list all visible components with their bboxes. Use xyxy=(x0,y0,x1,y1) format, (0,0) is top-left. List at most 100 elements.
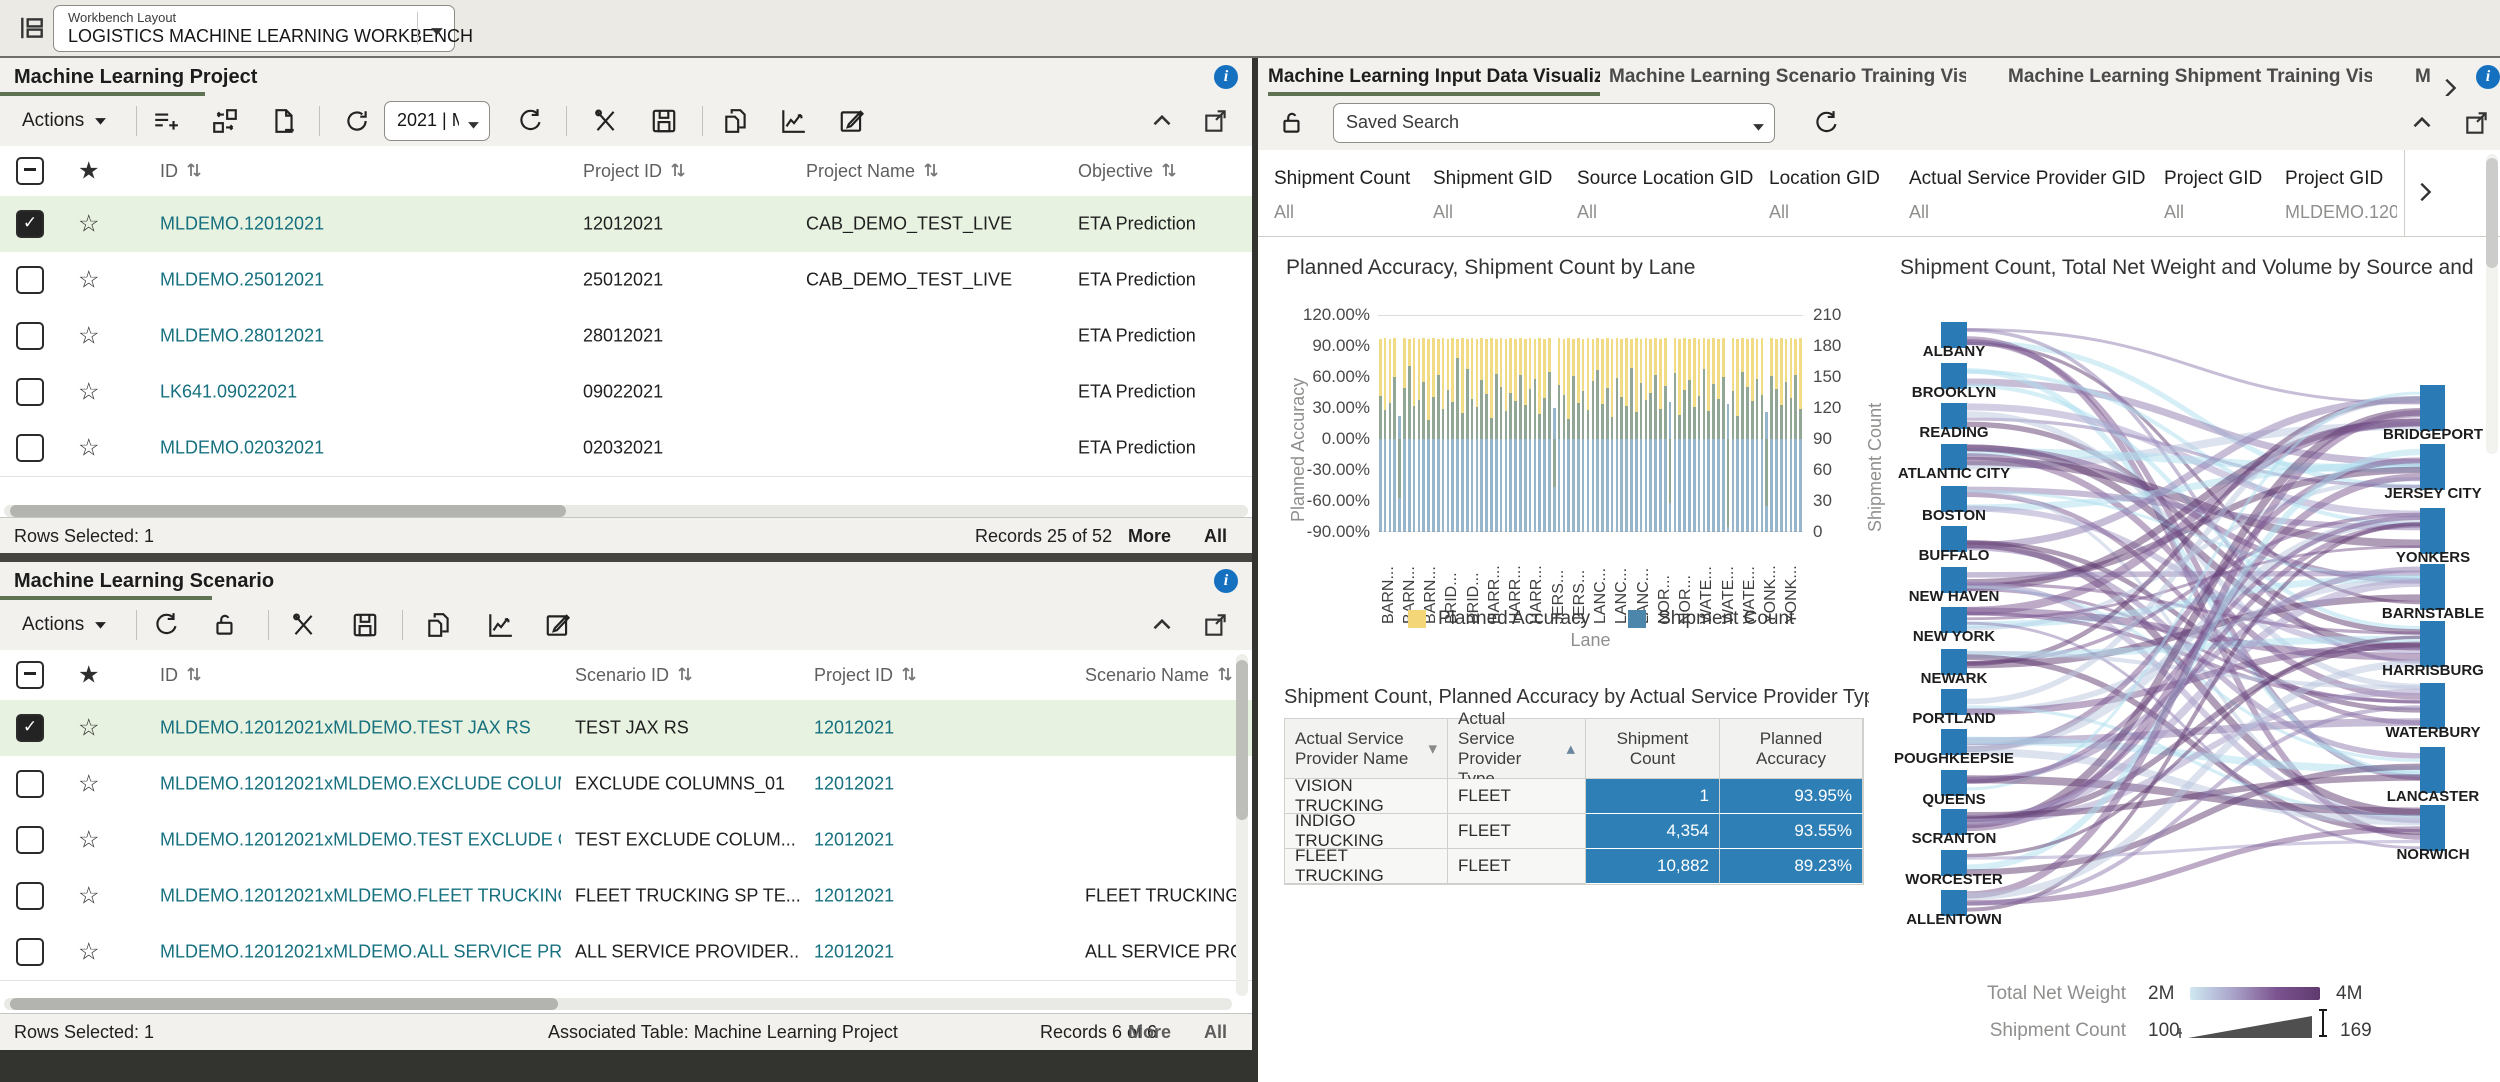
favorite-star-icon[interactable]: ☆ xyxy=(78,938,100,967)
table-row[interactable]: ☆MLDEMO.2801202128012021ETA Prediction xyxy=(0,308,1252,365)
favorite-star-icon[interactable]: ☆ xyxy=(78,770,100,799)
table-row[interactable]: ☆MLDEMO.0203202102032021ETA Prediction xyxy=(0,420,1252,477)
provider-table-row[interactable]: FLEET TRUCKINGFLEET10,88289.23% xyxy=(1285,849,1863,884)
info-icon[interactable]: i xyxy=(1214,569,1238,593)
row-checkbox[interactable] xyxy=(16,938,44,966)
filter-label-2[interactable]: Shipment GID xyxy=(1433,168,1552,190)
info-icon[interactable]: i xyxy=(2476,65,2500,89)
column-header-objective[interactable]: Objective xyxy=(1078,160,1179,182)
sort-icon[interactable] xyxy=(1159,160,1179,180)
tab-2[interactable]: Machine Learning Scenario Training Visua… xyxy=(1609,66,1966,88)
sort-icon[interactable] xyxy=(1215,664,1235,684)
table-row[interactable]: ☆ MLDEMO.12012021xMLDEMO.TEST EXCLUDE COL… xyxy=(0,812,1252,869)
unlock-icon[interactable] xyxy=(1278,109,1306,137)
row-checkbox[interactable] xyxy=(16,826,44,854)
filter-label-5[interactable]: Actual Service Provider GID xyxy=(1909,168,2146,190)
project-saved-search-select[interactable]: 2021 | M xyxy=(384,101,490,141)
row-checkbox[interactable]: ✓ xyxy=(16,714,44,742)
scenario-hscrollbar[interactable] xyxy=(4,998,1232,1010)
edit-icon[interactable] xyxy=(544,611,572,639)
tab-4[interactable]: M xyxy=(2415,66,2433,88)
new-document-icon[interactable] xyxy=(270,107,298,135)
workbench-layout-select[interactable]: Workbench Layout LOGISTICS MACHINE LEARN… xyxy=(53,5,455,52)
chart-icon[interactable] xyxy=(779,107,807,135)
filter-label-3[interactable]: Source Location GID xyxy=(1577,168,1753,190)
unlock-icon[interactable] xyxy=(211,611,239,639)
cell-id[interactable]: MLDEMO.25012021 xyxy=(160,270,569,291)
row-checkbox[interactable]: ✓ xyxy=(16,210,44,238)
more-button[interactable]: More xyxy=(1128,526,1171,547)
row-checkbox[interactable] xyxy=(16,770,44,798)
column-header-project-name[interactable]: Project Name xyxy=(806,160,941,182)
all-button[interactable]: All xyxy=(1204,526,1227,547)
filter-label-6[interactable]: Project GID xyxy=(2164,168,2262,190)
scenario-vscrollbar[interactable] xyxy=(1236,654,1248,996)
project-hscrollbar[interactable] xyxy=(4,505,1248,517)
cell-project-id[interactable]: 12012021 xyxy=(814,886,1071,907)
refresh-icon[interactable] xyxy=(152,611,180,639)
cell-project-id[interactable]: 12012021 xyxy=(814,774,1071,795)
provider-col-2[interactable]: Actual Service Provider Type ▴ xyxy=(1448,719,1586,779)
scenario-actions-button[interactable]: Actions xyxy=(22,614,107,636)
scrollbar-thumb[interactable] xyxy=(2486,158,2498,268)
select-all-checkbox[interactable] xyxy=(16,157,44,185)
expand-panel-icon[interactable] xyxy=(1202,107,1230,135)
table-row[interactable]: ✓☆MLDEMO.12012021xMLDEMO.TEST JAX RSTEST… xyxy=(0,700,1252,757)
select-all-checkbox[interactable] xyxy=(16,661,44,689)
info-icon[interactable]: i xyxy=(1214,65,1238,89)
tab-1[interactable]: Machine Learning Input Data Visualizatio… xyxy=(1268,66,1600,88)
table-row[interactable]: ✓☆MLDEMO.1201202112012021CAB_DEMO_TEST_L… xyxy=(0,196,1252,253)
cell-id[interactable]: LK641.09022021 xyxy=(160,382,569,403)
row-checkbox[interactable] xyxy=(16,266,44,294)
sort-desc-icon[interactable]: ▾ xyxy=(1428,739,1437,759)
favorite-star-icon[interactable]: ☆ xyxy=(78,714,100,743)
refresh-icon[interactable] xyxy=(1812,109,1840,137)
expand-panel-icon[interactable] xyxy=(2463,109,2491,137)
cell-id[interactable]: MLDEMO.12012021xMLDEMO.EXCLUDE COLUMN... xyxy=(160,774,561,795)
favorite-star-icon[interactable]: ☆ xyxy=(78,266,100,295)
filter-label-7[interactable]: Project GID xyxy=(2285,168,2383,190)
copy-icon[interactable] xyxy=(425,611,453,639)
favorite-star-icon[interactable]: ☆ xyxy=(78,826,100,855)
sort-icon[interactable] xyxy=(184,664,204,684)
favorite-star-icon[interactable]: ☆ xyxy=(78,210,100,239)
favorite-star-icon[interactable]: ☆ xyxy=(78,322,100,351)
filter-value-4[interactable]: All xyxy=(1769,202,1899,223)
column-header-id[interactable]: ID xyxy=(160,664,204,686)
row-checkbox[interactable] xyxy=(16,322,44,350)
copy-icon[interactable] xyxy=(722,107,750,135)
sort-icon[interactable] xyxy=(899,664,919,684)
cell-id[interactable]: MLDEMO.12012021xMLDEMO.TEST EXCLUDE COL.… xyxy=(160,830,561,851)
row-checkbox[interactable] xyxy=(16,434,44,462)
cell-id[interactable]: MLDEMO.28012021 xyxy=(160,326,569,347)
collapse-panel-icon[interactable] xyxy=(1148,611,1176,639)
finder-compare-icon[interactable] xyxy=(211,107,239,135)
expand-panel-icon[interactable] xyxy=(1202,611,1230,639)
favorite-star-icon[interactable]: ☆ xyxy=(78,882,100,911)
tab-3[interactable]: Machine Learning Shipment Training Visua… xyxy=(2008,66,2372,88)
edit-icon[interactable] xyxy=(838,107,866,135)
all-button[interactable]: All xyxy=(1204,1022,1227,1043)
cell-id[interactable]: MLDEMO.12012021xMLDEMO.TEST JAX RS xyxy=(160,718,561,739)
table-row[interactable]: ☆LK641.0902202109022021ETA Prediction xyxy=(0,364,1252,421)
filter-value-7[interactable]: MLDEMO.120120 xyxy=(2285,202,2397,223)
cell-id[interactable]: MLDEMO.12012021 xyxy=(160,214,569,235)
sort-icon[interactable] xyxy=(668,160,688,180)
provider-table-row[interactable]: INDIGO TRUCKINGFLEET4,35493.55% xyxy=(1285,814,1863,849)
table-row[interactable]: ☆ MLDEMO.12012021xMLDEMO.EXCLUDE COLUMN..… xyxy=(0,756,1252,813)
filter-value-2[interactable]: All xyxy=(1433,202,1563,223)
save-icon[interactable] xyxy=(650,107,678,135)
filter-value-3[interactable]: All xyxy=(1577,202,1707,223)
filter-value-6[interactable]: All xyxy=(2164,202,2294,223)
row-checkbox[interactable] xyxy=(16,882,44,910)
filter-value-5[interactable]: All xyxy=(1909,202,2039,223)
column-header-project-id[interactable]: Project ID xyxy=(814,664,919,686)
add-row-icon[interactable] xyxy=(152,107,180,135)
filter-label-4[interactable]: Location GID xyxy=(1769,168,1880,190)
collapse-panel-icon[interactable] xyxy=(1148,107,1176,135)
row-checkbox[interactable] xyxy=(16,378,44,406)
favorite-star-icon[interactable]: ☆ xyxy=(78,378,100,407)
column-header-scenario-name[interactable]: Scenario Name xyxy=(1085,664,1235,686)
column-header-scenario-id[interactable]: Scenario ID xyxy=(575,664,695,686)
provider-col-1[interactable]: Actual Service Provider Name ▾ xyxy=(1285,719,1448,779)
